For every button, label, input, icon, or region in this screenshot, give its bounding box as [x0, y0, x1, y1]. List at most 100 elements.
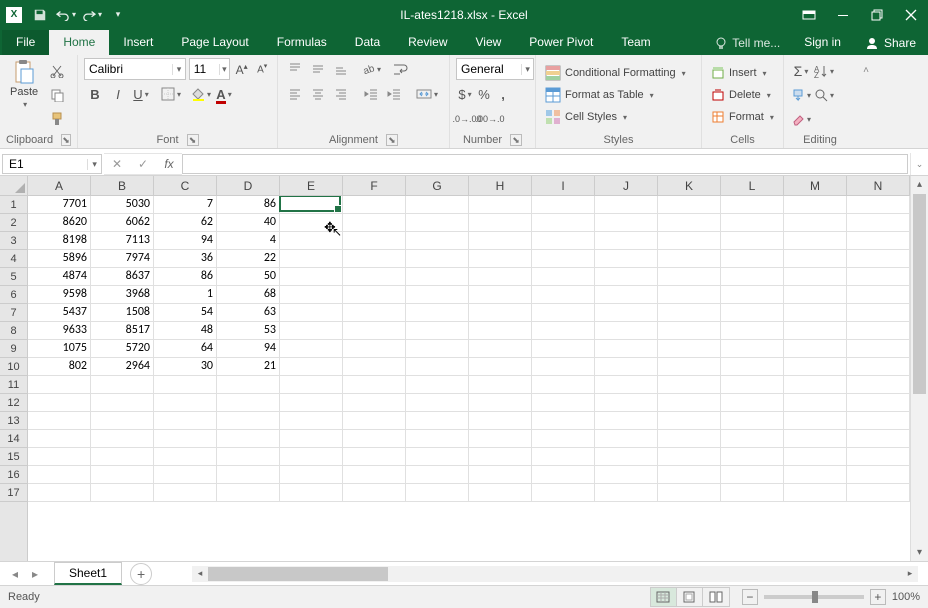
align-top-button[interactable]: [284, 58, 306, 80]
cell[interactable]: 4874: [28, 268, 91, 286]
save-button[interactable]: [28, 4, 52, 26]
cell[interactable]: [469, 430, 532, 448]
minimize-button[interactable]: [826, 0, 860, 29]
alignment-dialog-launcher[interactable]: ⬊: [386, 134, 398, 146]
cell[interactable]: [343, 412, 406, 430]
cell[interactable]: [91, 412, 154, 430]
cell[interactable]: [280, 214, 343, 232]
sheet-tab-sheet1[interactable]: Sheet1: [54, 562, 122, 585]
cell[interactable]: [280, 430, 343, 448]
row-header[interactable]: 10: [0, 358, 27, 376]
cell[interactable]: 63: [217, 304, 280, 322]
cell[interactable]: [406, 322, 469, 340]
horizontal-scrollbar[interactable]: ◂ ▸: [192, 566, 918, 582]
fill-color-button[interactable]: ▾: [190, 83, 212, 105]
cell[interactable]: [469, 484, 532, 502]
zoom-knob[interactable]: [812, 591, 818, 603]
cell[interactable]: [280, 394, 343, 412]
row-header[interactable]: 8: [0, 322, 27, 340]
comma-format-button[interactable]: ,: [494, 83, 512, 105]
cell[interactable]: 86: [217, 196, 280, 214]
cell[interactable]: [406, 484, 469, 502]
cell[interactable]: [784, 484, 847, 502]
cell[interactable]: [280, 340, 343, 358]
cell[interactable]: [406, 376, 469, 394]
cell[interactable]: 1: [154, 286, 217, 304]
clipboard-dialog-launcher[interactable]: ⬊: [61, 134, 71, 146]
cell[interactable]: [469, 394, 532, 412]
cell[interactable]: [343, 340, 406, 358]
cell[interactable]: [784, 394, 847, 412]
cell[interactable]: [91, 484, 154, 502]
cell[interactable]: [784, 358, 847, 376]
cell[interactable]: [343, 286, 406, 304]
row-header[interactable]: 5: [0, 268, 27, 286]
tab-team[interactable]: Team: [607, 30, 664, 55]
cell[interactable]: [343, 394, 406, 412]
cell[interactable]: [217, 376, 280, 394]
cell[interactable]: [280, 466, 343, 484]
cell[interactable]: [595, 448, 658, 466]
cell[interactable]: [847, 412, 910, 430]
cell[interactable]: 9598: [28, 286, 91, 304]
cell[interactable]: [343, 250, 406, 268]
cell[interactable]: [721, 286, 784, 304]
cell[interactable]: [343, 484, 406, 502]
name-box-drop[interactable]: ▾: [87, 159, 101, 170]
cell[interactable]: [406, 196, 469, 214]
row-header[interactable]: 9: [0, 340, 27, 358]
cell[interactable]: [847, 214, 910, 232]
cell[interactable]: [469, 340, 532, 358]
cell[interactable]: 50: [217, 268, 280, 286]
cell[interactable]: [784, 322, 847, 340]
cell[interactable]: 7113: [91, 232, 154, 250]
cell[interactable]: 53: [217, 322, 280, 340]
merge-center-button[interactable]: ▾: [413, 83, 441, 105]
sheet-nav-prev[interactable]: ◂: [6, 567, 24, 581]
cancel-formula-button[interactable]: ✕: [104, 154, 130, 174]
font-dialog-launcher[interactable]: ⬊: [187, 134, 199, 146]
cell[interactable]: 21: [217, 358, 280, 376]
cell[interactable]: [658, 304, 721, 322]
cell[interactable]: 802: [28, 358, 91, 376]
cell[interactable]: [469, 268, 532, 286]
cell[interactable]: 8637: [91, 268, 154, 286]
cell[interactable]: [406, 412, 469, 430]
cell[interactable]: [532, 430, 595, 448]
column-header[interactable]: E: [280, 176, 343, 195]
cell[interactable]: [217, 412, 280, 430]
cell[interactable]: [532, 412, 595, 430]
font-name-input[interactable]: [85, 62, 172, 76]
cell[interactable]: [784, 448, 847, 466]
cell[interactable]: [343, 196, 406, 214]
cell[interactable]: [406, 340, 469, 358]
tab-page-layout[interactable]: Page Layout: [167, 30, 262, 55]
clear-button[interactable]: ▾: [790, 108, 812, 130]
cell[interactable]: [721, 484, 784, 502]
row-header[interactable]: 16: [0, 466, 27, 484]
cell[interactable]: [154, 394, 217, 412]
row-header[interactable]: 14: [0, 430, 27, 448]
cell[interactable]: [406, 358, 469, 376]
underline-button[interactable]: U▾: [130, 83, 152, 105]
cell[interactable]: [658, 268, 721, 286]
cell[interactable]: 40: [217, 214, 280, 232]
insert-cells-button[interactable]: Insert▾: [708, 62, 777, 84]
scroll-right-button[interactable]: ▸: [902, 568, 918, 579]
align-right-button[interactable]: [330, 83, 352, 105]
cell[interactable]: [721, 196, 784, 214]
tab-home[interactable]: Home: [49, 30, 109, 55]
cell[interactable]: [280, 322, 343, 340]
number-format-input[interactable]: [457, 62, 521, 76]
accounting-format-button[interactable]: $▾: [456, 83, 474, 105]
row-header[interactable]: 11: [0, 376, 27, 394]
cell[interactable]: 54: [154, 304, 217, 322]
column-header[interactable]: M: [784, 176, 847, 195]
cell[interactable]: [91, 466, 154, 484]
cell[interactable]: [28, 430, 91, 448]
italic-button[interactable]: I: [107, 83, 129, 105]
expand-formula-bar[interactable]: ⌄: [910, 153, 928, 175]
cell[interactable]: [721, 322, 784, 340]
cell[interactable]: [343, 304, 406, 322]
paste-button[interactable]: Paste ▾: [6, 58, 42, 132]
